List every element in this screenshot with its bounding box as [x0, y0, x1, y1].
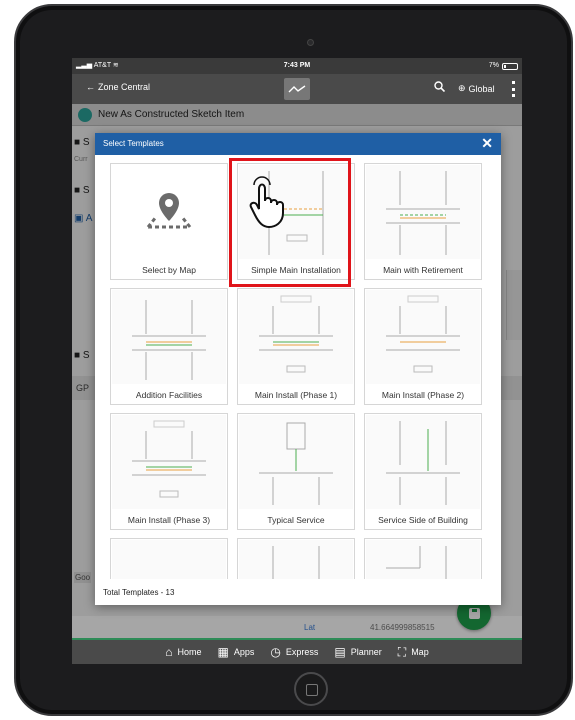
back-button[interactable]: ← Zone Central — [86, 82, 150, 92]
template-card-addition-facilities[interactable]: Addition Facilities — [110, 288, 228, 405]
sketch-thumbnail — [112, 415, 226, 509]
template-label: Main Install (Phase 1) — [254, 390, 338, 400]
template-card-typical-service[interactable]: Typical Service — [237, 413, 355, 530]
sketch-thumbnail — [366, 415, 480, 509]
global-label: Global — [468, 83, 495, 94]
bottom-nav: ⌂ Home ▦ Apps ◷ Express ▤ Planner ⛶ Map — [72, 638, 522, 664]
template-card[interactable] — [364, 538, 482, 579]
map-icon: ⛶ — [397, 644, 407, 659]
global-selector[interactable]: ⊕ Global — [458, 83, 495, 94]
close-icon[interactable]: ✕ — [481, 135, 493, 152]
template-card[interactable] — [237, 538, 355, 579]
map-pin-icon — [112, 165, 226, 259]
template-label: Main Install (Phase 3) — [127, 515, 211, 525]
template-label: Typical Service — [267, 515, 325, 525]
stopwatch-icon: ◷ — [270, 645, 281, 659]
dialog-title: Select Templates — [103, 139, 164, 148]
template-card-main-install-phase-3[interactable]: Main Install (Phase 3) — [110, 413, 228, 530]
selection-highlight — [229, 158, 351, 287]
sketch-thumbnail — [366, 290, 480, 384]
total-templates-label: Total Templates - 13 — [103, 588, 175, 597]
template-card-select-by-map[interactable]: Select by Map — [110, 163, 228, 280]
back-arrow-icon: ← — [86, 82, 95, 92]
sketch-thumbnail — [366, 165, 480, 259]
sketch-thumbnail — [239, 290, 353, 384]
home-icon: ⌂ — [165, 645, 173, 659]
template-label: Addition Facilities — [135, 390, 203, 400]
battery-percent: 7% — [488, 62, 499, 69]
status-bar: ▂▃▅ AT&T ≋ 7:43 PM 7% — [72, 58, 522, 74]
app-top-bar: ← Zone Central ⊕ Global — [72, 74, 522, 104]
nav-home[interactable]: ⌂ Home — [165, 645, 201, 659]
calendar-icon: ▤ — [334, 645, 346, 659]
template-card[interactable] — [110, 538, 228, 579]
template-card-main-install-phase-1[interactable]: Main Install (Phase 1) — [237, 288, 355, 405]
status-time: 7:43 PM — [283, 62, 311, 69]
camera — [307, 39, 314, 46]
sketch-thumbnail — [112, 290, 226, 384]
template-label: Main Install (Phase 2) — [381, 390, 465, 400]
dialog-header: Select Templates ✕ — [95, 133, 501, 155]
sketch-thumbnail — [366, 540, 480, 579]
template-label: Service Side of Building — [378, 515, 468, 525]
globe-icon: ⊕ — [458, 83, 466, 93]
search-icon[interactable] — [434, 81, 446, 95]
battery-icon — [502, 62, 518, 70]
app-logo-icon — [284, 78, 310, 100]
nav-map[interactable]: ⛶ Map — [398, 645, 429, 660]
back-label: Zone Central — [98, 82, 151, 92]
template-card-main-with-retirement[interactable]: Main with Retirement — [364, 163, 482, 280]
template-label: Main with Retirement — [383, 265, 463, 275]
sketch-thumbnail — [239, 415, 353, 509]
nav-apps[interactable]: ▦ Apps — [218, 645, 255, 659]
sketch-thumbnail — [239, 540, 353, 579]
screen: ▂▃▅ AT&T ≋ 7:43 PM 7% ← Zone Central ⊕ G… — [72, 58, 522, 664]
nav-planner[interactable]: ▤ Planner — [334, 645, 381, 659]
template-card-service-side-building[interactable]: Service Side of Building — [364, 413, 482, 530]
template-card-main-install-phase-2[interactable]: Main Install (Phase 2) — [364, 288, 482, 405]
template-label: Select by Map — [142, 265, 196, 275]
home-button[interactable] — [294, 672, 328, 706]
apps-icon: ▦ — [217, 645, 229, 659]
more-menu-icon[interactable] — [512, 81, 515, 97]
sketch-thumbnail — [112, 540, 226, 579]
nav-express[interactable]: ◷ Express — [270, 645, 318, 659]
